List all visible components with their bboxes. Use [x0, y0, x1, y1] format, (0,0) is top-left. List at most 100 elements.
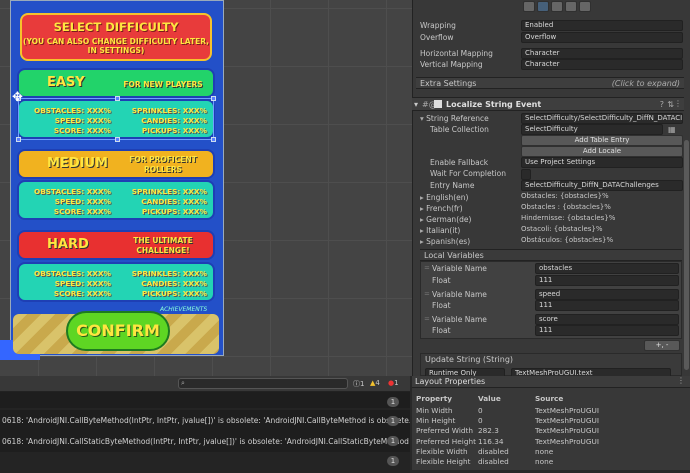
title-panel[interactable]: SELECT DIFFICULTY (YOU CAN ALSO CHANGE D… — [20, 13, 212, 61]
table-collection-dropdown[interactable]: SelectDifficulty — [521, 124, 663, 135]
overflow-label: Overflow — [420, 33, 454, 42]
prop-name: Preferred Width — [416, 426, 474, 435]
stat-score: SCORE: XXX% — [53, 289, 111, 298]
entry-name-field[interactable]: SelectDifficulty_DiffN_DATAChallenges — [521, 180, 683, 191]
selection-gizmo[interactable] — [16, 96, 216, 142]
drag-handle-icon[interactable]: = — [424, 315, 430, 323]
hard-stats[interactable]: OBSTACLES: XXX% SPEED: XXX% SCORE: XXX% … — [17, 262, 215, 302]
title-text: SELECT DIFFICULTY — [53, 20, 179, 34]
stat-obstacles: OBSTACLES: XXX% — [34, 187, 111, 196]
help-icon[interactable]: ? — [660, 100, 664, 109]
wrapping-label: Wrapping — [420, 21, 456, 30]
difficulty-desc: FOR PROFICENT ROLLERS — [129, 155, 197, 174]
scene-view[interactable]: SELECT DIFFICULTY (YOU CAN ALSO CHANGE D… — [0, 0, 412, 376]
collapse-count-badge: 1 — [387, 397, 399, 407]
alignment-toolbar[interactable] — [523, 1, 603, 13]
achievements-label: ACHIEVEMENTS — [160, 306, 208, 313]
var-type-label: Float — [432, 326, 451, 335]
stat-speed: SPEED: XXX% — [54, 197, 111, 206]
prop-value: disabled — [478, 457, 509, 466]
hard-header[interactable]: HARD THE ULTIMATE CHALLENGE! — [17, 230, 215, 260]
add-locale-button[interactable]: Add Locale — [521, 146, 683, 157]
stat-pickups: PICKUPS: XXX% — [141, 207, 207, 216]
log-filter[interactable]: ⓘ1 — [353, 379, 364, 389]
component-header[interactable]: ▾ #@ Localize String Event ? ⇅ ⋮ — [412, 97, 684, 111]
table-icon[interactable]: ▦ — [668, 125, 676, 134]
more-icon[interactable]: ⋮ — [674, 99, 682, 108]
add-remove-buttons[interactable]: +, - — [644, 340, 680, 351]
wait-checkbox[interactable] — [521, 169, 531, 180]
locale-it-value: Ostacoli: {obstacles}% — [521, 225, 603, 233]
medium-header[interactable]: MEDIUM FOR PROFICENT ROLLERS — [17, 149, 215, 179]
fallback-dropdown[interactable]: Use Project Settings — [521, 157, 683, 168]
collapse-count-badge: 1 — [387, 456, 399, 466]
col-value: Value — [478, 394, 501, 403]
var-type-label: Float — [432, 276, 451, 285]
subtitle-text: (YOU CAN ALSO CHANGE DIFFICULTY LATER, I… — [23, 37, 209, 55]
difficulty-desc: FOR NEW PLAYERS — [123, 80, 203, 89]
locale-de-value: Hindernisse: {obstacles}% — [521, 214, 616, 222]
console-row[interactable]: 0618: 'AndroidJNI.CallStaticByteMethod(I… — [0, 431, 410, 452]
difficulty-name: MEDIUM — [47, 156, 108, 171]
expand-arrow-icon[interactable]: ▾ — [414, 100, 418, 109]
layout-properties-header[interactable]: Layout Properties ⋮ — [412, 376, 690, 388]
console-row[interactable] — [0, 393, 410, 414]
collapse-count-badge: 1 — [387, 416, 399, 426]
local-vars-header: Local Variables — [420, 249, 682, 261]
prop-value: 282.3 — [478, 426, 499, 435]
var-type-label: Float — [432, 301, 451, 310]
layout-properties-title: Layout Properties — [415, 377, 486, 386]
drag-handle-icon[interactable]: = — [424, 290, 430, 298]
locale-es[interactable]: ▸ Spanish(es) — [420, 236, 470, 248]
enabled-checkbox[interactable] — [434, 100, 442, 108]
var-name-field[interactable]: obstacles — [535, 263, 679, 274]
var-value-field[interactable]: 111 — [535, 300, 679, 311]
extra-settings-bar[interactable]: Extra Settings (Click to expand) — [416, 77, 684, 89]
preset-icon[interactable]: ⇅ — [667, 100, 674, 109]
search-icon: ⌕ — [181, 379, 185, 387]
difficulty-name: HARD — [47, 237, 89, 252]
warning-filter[interactable]: ▲4 — [370, 379, 380, 387]
var-value-field[interactable]: 111 — [535, 325, 679, 336]
overflow-dropdown[interactable]: Overflow — [521, 32, 683, 43]
stat-score: SCORE: XXX% — [53, 207, 111, 216]
var-name-field[interactable]: speed — [535, 289, 679, 300]
prop-source: TextMeshProUGUI — [535, 426, 600, 435]
add-table-entry-button[interactable]: Add Table Entry — [521, 135, 683, 146]
confirm-button[interactable]: CONFIRM — [66, 311, 170, 351]
stat-obstacles: OBSTACLES: XXX% — [34, 269, 111, 278]
wrapping-dropdown[interactable]: Enabled — [521, 20, 683, 31]
update-string-event: Update String (String) Runtime Only Text… — [420, 353, 682, 379]
medium-stats[interactable]: OBSTACLES: XXX% SPEED: XXX% SCORE: XXX% … — [17, 180, 215, 220]
prop-source: none — [535, 457, 554, 466]
error-filter[interactable]: ●1 — [388, 379, 399, 387]
col-source: Source — [535, 394, 564, 403]
col-property: Property — [416, 394, 452, 403]
prop-name: Flexible Height — [416, 457, 471, 466]
var-name-field[interactable]: score — [535, 314, 679, 325]
vmap-label: Vertical Mapping — [420, 60, 483, 69]
component-title: Localize String Event — [446, 100, 542, 109]
var-name-label: Variable Name — [432, 264, 487, 273]
difficulty-name: EASY — [47, 75, 85, 90]
collapse-count-badge: 1 — [387, 436, 399, 446]
wait-label: Wait For Completion — [430, 169, 506, 178]
difficulty-desc: THE ULTIMATE CHALLENGE! — [133, 236, 193, 255]
stat-candies: CANDIES: XXX% — [141, 279, 207, 288]
more-icon[interactable]: ⋮ — [677, 376, 685, 385]
extra-settings-label: Extra Settings — [420, 79, 477, 88]
console-search-input[interactable]: ⌕ — [178, 378, 348, 389]
string-ref-field[interactable]: SelectDifficulty/SelectDifficulty_DiffN_… — [521, 113, 683, 124]
stat-sprinkles: SPRINKLES: XXX% — [131, 269, 207, 278]
drag-handle-icon[interactable]: = — [424, 264, 430, 272]
easy-header[interactable]: EASY FOR NEW PLAYERS — [17, 68, 215, 98]
var-value-field[interactable]: 111 — [535, 275, 679, 286]
inspector-scrollbar[interactable] — [684, 140, 689, 370]
move-handle-icon[interactable]: ✥ — [12, 90, 23, 105]
hmap-dropdown[interactable]: Character — [521, 48, 683, 59]
update-string-label: Update String (String) — [425, 355, 514, 364]
vmap-dropdown[interactable]: Character — [521, 59, 683, 70]
locale-en-value: Obstacles: {obstacles}% — [521, 192, 609, 200]
table-collection-label: Table Collection — [430, 125, 489, 134]
expand-hint: (Click to expand) — [611, 79, 680, 88]
